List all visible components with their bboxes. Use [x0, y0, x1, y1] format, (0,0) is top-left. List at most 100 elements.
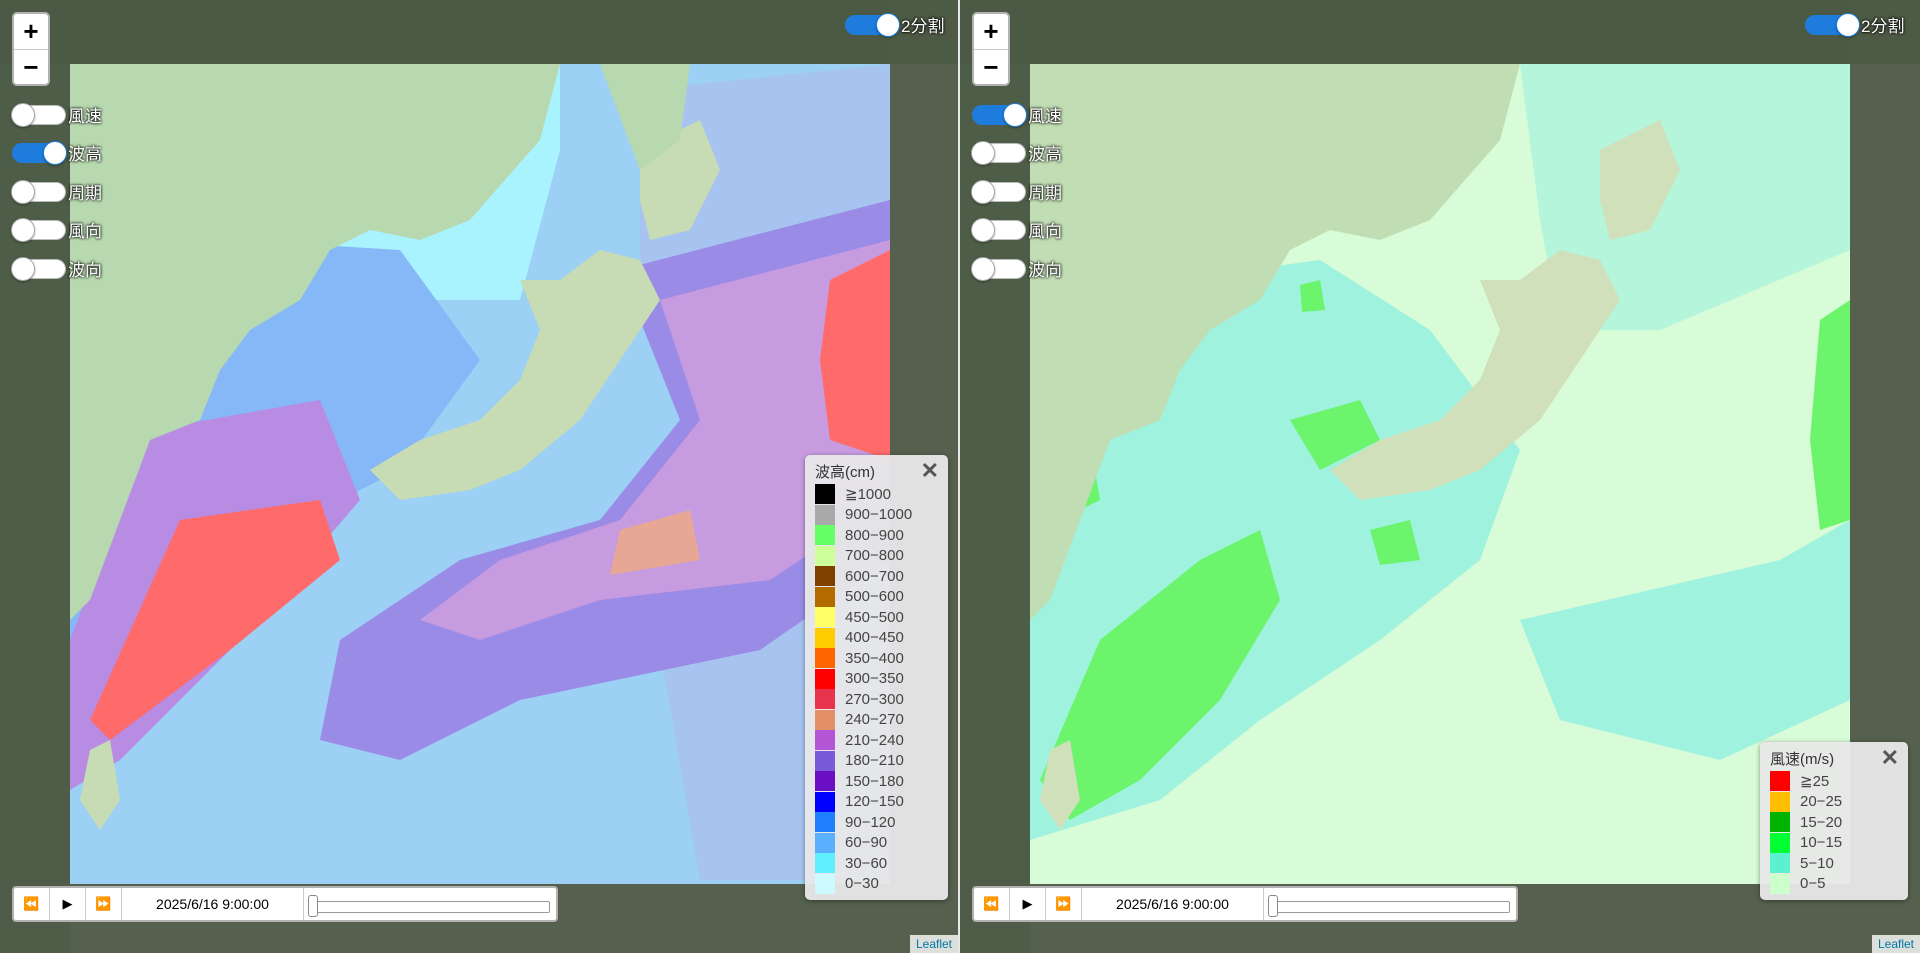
legend-label: 700−800 [845, 547, 904, 565]
fast-forward-button[interactable]: ⏩ [86, 888, 122, 920]
legend-swatch [815, 607, 835, 628]
period-switch[interactable] [11, 179, 66, 204]
toggle-wind-speed[interactable]: 風速 [11, 102, 102, 127]
legend-swatch [815, 791, 835, 812]
legend-label: 350−400 [845, 649, 904, 667]
legend-swatch [815, 504, 835, 525]
legend-item: 240−270 [815, 709, 938, 731]
legend-title: 波高(cm) [815, 464, 875, 481]
legend-item: 500−600 [815, 586, 938, 608]
legend-item: ≧1000 [815, 484, 938, 505]
legend-swatch [815, 709, 835, 730]
split-label: 2分割 [901, 17, 945, 36]
legend-item: 0−30 [815, 873, 938, 895]
rewind-button[interactable]: ⏪ [974, 888, 1010, 920]
toggle-wind-direction[interactable]: 風向 [971, 217, 1062, 242]
legend-swatch [815, 525, 835, 546]
toggle-wave-height[interactable]: 波高 [12, 140, 102, 165]
wave-direction-switch[interactable] [11, 256, 66, 281]
toggle-period[interactable]: 周期 [11, 179, 102, 204]
wind-direction-switch[interactable] [11, 217, 66, 242]
toggle-wave-height[interactable]: 波高 [971, 140, 1062, 165]
left-map-panel[interactable]: + − 2分割 風速 波高 周期 風向 波向 波高(cm) ✕ ≧1000 900… [0, 0, 960, 953]
legend-swatch [1770, 853, 1790, 874]
split-switch[interactable] [1805, 12, 1860, 37]
toggle-wave-direction[interactable]: 波向 [11, 256, 102, 281]
toggle-label: 風向 [1028, 222, 1062, 241]
legend-label: 180−210 [845, 752, 904, 770]
wave-height-switch[interactable] [12, 140, 67, 165]
legend-item: 15−20 [1770, 812, 1898, 833]
time-slider[interactable] [1264, 888, 1516, 920]
legend-swatch [1770, 832, 1790, 853]
legend-label: 120−150 [845, 793, 904, 811]
slider-thumb[interactable] [1268, 895, 1278, 917]
split-switch[interactable] [845, 12, 900, 37]
legend-item: 900−1000 [815, 504, 938, 526]
toggle-label: 風速 [1028, 107, 1062, 126]
attribution-link[interactable]: Leaflet [1871, 935, 1920, 953]
legend-swatch [815, 484, 835, 505]
split-toggle[interactable]: 2分割 [845, 12, 944, 37]
wind-speed-switch[interactable] [11, 102, 66, 127]
wind-speed-legend: 風速(m/s) ✕ ≧25 20−25 15−20 10−15 5−10 0−5 [1760, 742, 1908, 900]
play-button[interactable]: ▶ [1010, 888, 1046, 920]
legend-label: 20−25 [1800, 793, 1843, 811]
legend-item: 20−25 [1770, 791, 1898, 813]
toggle-label: 波高 [1028, 145, 1062, 164]
period-switch[interactable] [971, 179, 1026, 204]
fast-forward-button[interactable]: ⏩ [1046, 888, 1082, 920]
legend-label: 500−600 [845, 588, 904, 606]
legend-item: 300−350 [815, 668, 938, 690]
legend-label: 0−30 [845, 875, 879, 893]
legend-swatch [815, 853, 835, 874]
legend-title: 風速(m/s) [1770, 751, 1835, 768]
wave-direction-switch[interactable] [971, 256, 1026, 281]
time-control: ⏪ ▶ ⏩ 2025/6/16 9:00:00 [12, 886, 558, 922]
toggle-wave-direction[interactable]: 波向 [971, 256, 1062, 281]
legend-label: 90−120 [845, 813, 896, 831]
zoom-in-button[interactable]: + [974, 14, 1008, 49]
legend-item: 800−900 [815, 525, 938, 546]
toggle-wind-speed[interactable]: 風速 [972, 102, 1062, 127]
legend-item: 400−450 [815, 627, 938, 649]
legend-item: 700−800 [815, 545, 938, 567]
time-slider[interactable] [304, 888, 556, 920]
toggle-wind-direction[interactable]: 風向 [11, 217, 102, 242]
slider-thumb[interactable] [308, 895, 318, 917]
legend-item: 60−90 [815, 832, 938, 854]
legend-label: 240−270 [845, 711, 904, 729]
legend-label: 10−15 [1800, 834, 1843, 852]
zoom-out-button[interactable]: − [974, 49, 1008, 84]
split-toggle[interactable]: 2分割 [1805, 12, 1904, 37]
play-button[interactable]: ▶ [50, 888, 86, 920]
attribution-link[interactable]: Leaflet [909, 935, 958, 953]
right-map-panel[interactable]: + − 2分割 風速 波高 周期 風向 波向 風速(m/s) ✕ ≧25 20−2… [960, 0, 1920, 953]
legend-swatch [815, 730, 835, 751]
zoom-in-button[interactable]: + [14, 14, 48, 49]
legend-swatch [815, 627, 835, 648]
toggle-period[interactable]: 周期 [971, 179, 1062, 204]
legend-label: 60−90 [845, 834, 888, 852]
toggle-label: 波高 [68, 145, 102, 164]
toggle-label: 周期 [68, 184, 102, 203]
wind-direction-switch[interactable] [971, 217, 1026, 242]
legend-item: 10−15 [1770, 832, 1898, 854]
legend-swatch [815, 586, 835, 607]
rewind-button[interactable]: ⏪ [14, 888, 50, 920]
legend-label: ≧25 [1800, 773, 1830, 791]
legend-label: 450−500 [845, 608, 904, 626]
legend-label: 800−900 [845, 526, 904, 544]
wave-height-switch[interactable] [971, 140, 1026, 165]
zoom-control: + − [972, 12, 1010, 86]
close-icon[interactable]: ✕ [1881, 745, 1899, 771]
legend-label: 300−350 [845, 670, 904, 688]
legend-swatch [815, 545, 835, 566]
legend-item: 180−210 [815, 750, 938, 772]
legend-swatch [815, 873, 835, 894]
close-icon[interactable]: ✕ [921, 458, 939, 484]
zoom-out-button[interactable]: − [14, 49, 48, 84]
wind-speed-switch[interactable] [972, 102, 1027, 127]
toggle-label: 波向 [68, 261, 102, 280]
legend-label: ≧1000 [845, 486, 891, 504]
